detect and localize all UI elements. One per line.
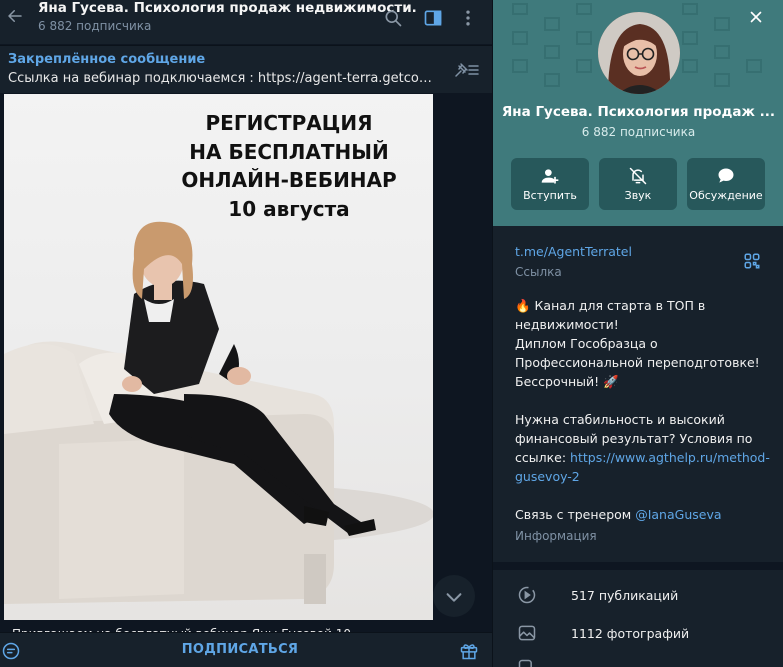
desc-text: Связь с тренером (515, 507, 636, 522)
video-icon (518, 586, 536, 604)
channel-description: 🔥 Канал для старта в ТОП в недвижимости!… (515, 296, 777, 524)
chat-header[interactable]: Яна Гусева. Психология продаж недвижимос… (0, 0, 492, 44)
pinned-message-bar[interactable]: Закреплённое сообщение Ссылка на вебинар… (0, 45, 492, 93)
profile-cover: Яна Гусева. Психология продаж ... 6 882 … (493, 0, 783, 226)
image-text-line-1: РЕГИСТРАЦИЯ (205, 111, 373, 135)
discussion-label: Обсуждение (689, 189, 763, 202)
bell-off-icon (629, 167, 647, 185)
join-label: Вступить (523, 189, 577, 202)
search-icon[interactable] (383, 8, 403, 28)
channel-link[interactable]: t.me/AgentTerratel (515, 244, 632, 259)
desc-line: недвижимости! (515, 317, 619, 332)
desc-line: финансовый результат? Условия по (515, 431, 753, 446)
partial-icon (518, 659, 532, 667)
qr-code-icon[interactable] (743, 252, 761, 270)
desc-line: gusevoy-2 (515, 467, 777, 486)
photo-icon (518, 625, 536, 641)
post-image[interactable]: РЕГИСТРАЦИЯ НА БЕСПЛАТНЫЙ ОНЛАЙН-ВЕБИНАР… (4, 94, 433, 620)
gift-icon[interactable] (459, 641, 479, 661)
chat-bubble-icon (718, 168, 734, 183)
bottom-bar: ПОДПИСАТЬСЯ (0, 632, 492, 667)
profile-panel: Яна Гусева. Психология продаж ... 6 882 … (492, 0, 783, 667)
sound-label: Звук (624, 189, 652, 202)
image-text-line-3: ОНЛАЙН-ВЕБИНАР (181, 168, 397, 192)
sound-button[interactable]: Звук (599, 158, 677, 210)
close-icon[interactable] (747, 8, 765, 26)
back-arrow-icon[interactable] (6, 7, 24, 25)
profile-subscribers: 6 882 подписчика (581, 125, 696, 139)
pinned-text: Ссылка на вебинар подключаемся : https:/… (8, 71, 438, 86)
image-text-line-4: 10 августа (228, 197, 350, 221)
subscribe-button[interactable]: ПОДПИСАТЬСЯ (150, 642, 330, 657)
desc-text: ссылке: (515, 450, 571, 465)
chat-panel: Яна Гусева. Психология продаж недвижимос… (0, 0, 492, 667)
sidebar-toggle-icon[interactable] (423, 8, 443, 28)
desc-line: ссылке: https://www.agthelp.ru/method- (515, 448, 777, 467)
chevron-down-icon (446, 593, 462, 602)
chat-subscribers: 6 882 подписчика (38, 19, 152, 33)
discussion-button[interactable]: Обсуждение (687, 158, 765, 210)
more-vert-icon[interactable] (458, 8, 478, 28)
desc-line: Нужна стабильность и высокий (515, 412, 725, 427)
method-link[interactable]: https://www.agthelp.ru/method- (570, 450, 770, 465)
profile-name: Яна Гусева. Психология продаж ... (501, 104, 776, 120)
trainer-link[interactable]: @IanaGuseva (635, 507, 721, 522)
desc-line: Бессрочный! 🚀 (515, 374, 619, 389)
link-label: Ссылка (515, 265, 562, 279)
divider (493, 562, 783, 570)
avatar-photo (598, 12, 680, 94)
desc-line: Связь с тренером @IanaGuseva (515, 505, 777, 524)
pinned-label: Закреплённое сообщение (8, 52, 206, 67)
stat-photos[interactable]: 1112 фотографий (493, 614, 783, 652)
desc-line: Профессиональной переподготовке! (515, 355, 760, 370)
join-user-icon (541, 169, 559, 184)
stat-publications[interactable]: 517 публикаций (493, 576, 783, 614)
method-link-cont[interactable]: gusevoy-2 (515, 469, 580, 484)
join-button[interactable]: Вступить (511, 158, 589, 210)
photos-count: 1112 фотографий (571, 626, 690, 641)
info-label: Информация (515, 529, 597, 543)
chat-title[interactable]: Яна Гусева. Психология продаж недвижимос… (38, 0, 417, 16)
scroll-down-button[interactable] (433, 575, 475, 617)
comments-icon[interactable] (1, 641, 21, 661)
desc-line: 🔥 Канал для старта в ТОП в (515, 298, 706, 313)
avatar[interactable] (598, 12, 680, 94)
pin-list-icon[interactable] (454, 62, 480, 78)
desc-line: Диплом Гособразца о (515, 336, 658, 351)
publications-count: 517 публикаций (571, 588, 679, 603)
image-text-line-2: НА БЕСПЛАТНЫЙ (189, 140, 389, 164)
